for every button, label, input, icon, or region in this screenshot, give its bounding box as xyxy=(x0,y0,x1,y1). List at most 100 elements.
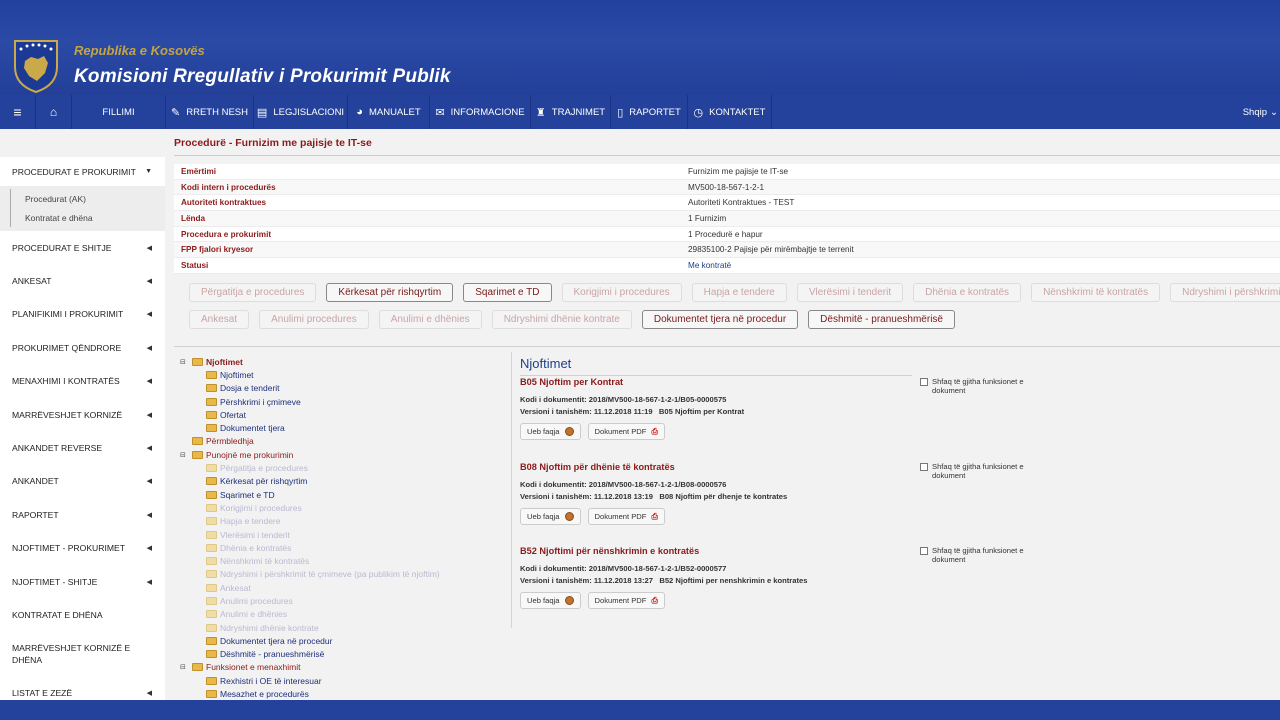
tree-node[interactable]: Nënshkrimi të kontratës xyxy=(180,554,500,567)
nav-kontaktet[interactable]: ◷ KONTAKTET xyxy=(688,95,772,129)
nav-rreth-nesh[interactable]: ✎ RRETH NESH xyxy=(166,95,254,129)
tree-node-punojne[interactable]: ⊟ Punojnë me prokurimin xyxy=(180,448,500,461)
nav-raportet[interactable]: ▯ RAPORTET xyxy=(611,95,688,129)
nav-fillimi[interactable]: FILLIMI xyxy=(72,95,166,129)
globe-icon xyxy=(564,512,574,521)
tree-node[interactable]: Ndryshimi dhënie kontrate xyxy=(180,621,500,634)
sidebar-item[interactable]: NJOFTIMET - PROKURIMET ◀ xyxy=(0,532,165,565)
sidebar-item[interactable]: MARRËVESHJET KORNIZË ◀ xyxy=(0,398,165,431)
notification-meta: Kodi i dokumentit: 2018/MV500-18-567-1-2… xyxy=(520,480,788,501)
home-button[interactable]: ⌂ xyxy=(36,95,72,129)
collapse-icon[interactable]: ⊟ xyxy=(180,663,192,671)
tree-node[interactable]: Korigjimi i procedures xyxy=(180,501,500,514)
sidebar-item[interactable]: PLANIFIKIMI I PROKURIMIT ◀ xyxy=(0,298,165,331)
tree-node[interactable]: Dokumentet tjera xyxy=(180,421,500,434)
sidebar-item-procedurat-e-prokurimit[interactable]: PROCEDURAT E PROKURIMIT ▼ xyxy=(0,157,165,186)
sidebar-item[interactable]: ANKANDET REVERSE ◀ xyxy=(0,431,165,464)
show-all-functions: Shfaq të gjitha funksionet e dokument xyxy=(920,546,1040,564)
pdf-document-button[interactable]: Dokument PDF ⎙ xyxy=(587,423,665,440)
step-button[interactable]: Ankesat xyxy=(189,310,250,329)
folder-icon xyxy=(206,557,217,566)
tree-node[interactable]: Vlerësimi i tenderit xyxy=(180,528,500,541)
step-button[interactable]: Vlerësimi i tenderit xyxy=(796,283,904,302)
web-page-button[interactable]: Ueb faqja xyxy=(520,423,581,440)
sidebar-item[interactable]: ANKANDET ◀ xyxy=(0,465,165,498)
nav-informacione[interactable]: ✉ INFORMACIONE xyxy=(430,95,531,129)
step-button[interactable]: Anulimi procedures xyxy=(259,310,369,329)
step-button[interactable]: Nënshkrimi të kontratës xyxy=(1031,283,1161,302)
sidebar-item[interactable]: ANKESAT ◀ xyxy=(0,264,165,297)
tree-node[interactable]: Anulimi procedures xyxy=(180,594,500,607)
sidebar-item[interactable]: PROCEDURAT E SHITJE ◀ xyxy=(0,231,165,264)
info-row: Emërtimi Furnizim me pajisje te IT-se xyxy=(174,164,1280,180)
submenu-item-kontratat-e-dhena[interactable]: Kontratat e dhëna xyxy=(10,208,165,227)
sidebar-item[interactable]: MARRËVESHJET KORNIZË E DHËNA xyxy=(0,632,165,677)
web-page-button[interactable]: Ueb faqja xyxy=(520,508,581,525)
tree-node[interactable]: Hapja e tendere xyxy=(180,515,500,528)
info-label: Emërtimi xyxy=(181,166,217,176)
tree-node-permbledhja[interactable]: Përmbledhja xyxy=(180,435,500,448)
web-page-button[interactable]: Ueb faqja xyxy=(520,592,581,609)
step-button[interactable]: Hapja e tendere xyxy=(691,283,787,302)
sidebar-item[interactable]: KONTRATAT E DHËNA xyxy=(0,598,165,631)
sidebar-item[interactable]: PROKURIMET QËNDRORE ◀ xyxy=(0,331,165,364)
show-all-checkbox[interactable] xyxy=(920,547,928,555)
tree-node[interactable]: Përgatitja e procedures xyxy=(180,461,500,474)
tree-node[interactable]: Dosja e tenderit xyxy=(180,382,500,395)
tree-node[interactable]: Njoftimet xyxy=(180,368,500,381)
tree-node[interactable]: Dëshmitë - pranueshmërisë xyxy=(180,648,500,661)
notification-title[interactable]: B08 Njoftim për dhënie të kontratës xyxy=(520,462,1280,472)
sidebar-item[interactable]: NJOFTIMET - SHITJE ◀ xyxy=(0,565,165,598)
tree-node[interactable]: Sqarimet e TD xyxy=(180,488,500,501)
site-header: Republika e Kosovës Komisioni Rregullati… xyxy=(0,0,1280,95)
folder-icon xyxy=(206,610,217,619)
step-button[interactable]: Korigjimi i procedures xyxy=(561,283,682,302)
tree-node[interactable]: Anulimi e dhënies xyxy=(180,608,500,621)
tree-node[interactable]: Dokumentet tjera në procedur xyxy=(180,634,500,647)
step-button[interactable]: Ndryshimi dhënie kontrate xyxy=(491,310,632,329)
notification-title[interactable]: B52 Njoftimi për nënshkrimin e kontratës xyxy=(520,546,1280,556)
notification-title[interactable]: B05 Njoftim per Kontrat xyxy=(520,377,1280,387)
tree-node[interactable]: Mesazhet e procedurës xyxy=(180,687,500,700)
step-button[interactable]: Përgatitja e procedures xyxy=(189,283,317,302)
menu-toggle-button[interactable]: ≡ xyxy=(0,95,36,129)
agency-name[interactable]: Komisioni Rregullativ i Prokurimit Publi… xyxy=(74,66,451,88)
step-button[interactable]: Dokumentet tjera në procedur xyxy=(641,310,799,329)
folder-icon xyxy=(192,663,203,672)
pdf-document-button[interactable]: Dokument PDF ⎙ xyxy=(587,508,665,525)
tree-node[interactable]: Kërkesat për rishqyrtim xyxy=(180,475,500,488)
status-link[interactable]: Me kontratë xyxy=(688,261,731,270)
step-button[interactable]: Kërkesat për rishqyrtim xyxy=(326,283,454,302)
tree-node[interactable]: Rexhistri i OE të interesuar xyxy=(180,674,500,687)
nav-manualet[interactable]: ◕ MANUALET xyxy=(348,95,430,129)
sidebar-item[interactable]: RAPORTET ◀ xyxy=(0,498,165,531)
tree-node[interactable]: Përshkrimi i çmimeve xyxy=(180,395,500,408)
tree-node[interactable]: Ofertat xyxy=(180,408,500,421)
show-all-checkbox[interactable] xyxy=(920,463,928,471)
pdf-document-button[interactable]: Dokument PDF ⎙ xyxy=(587,592,665,609)
step-button[interactable]: Dëshmitë - pranueshmërisë xyxy=(808,310,955,329)
tree-node[interactable]: Dhënia e kontratës xyxy=(180,541,500,554)
nav-legjislacioni[interactable]: ▤ LEGJISLACIONI xyxy=(254,95,348,129)
sidebar-item[interactable]: MENAXHIMI I KONTRATËS ◀ xyxy=(0,365,165,398)
step-button[interactable]: Sqarimet e TD xyxy=(463,283,552,302)
caret-left-icon: ◀ xyxy=(146,511,152,519)
tree-node[interactable]: Ankesat xyxy=(180,581,500,594)
step-button[interactable]: Dhënia e kontratës xyxy=(913,283,1022,302)
show-all-functions: Shfaq të gjitha funksionet e dokument xyxy=(920,462,1040,480)
collapse-icon[interactable]: ⊟ xyxy=(180,358,192,366)
tree-node-funksionet[interactable]: ⊟ Funksionet e menaxhimit xyxy=(180,661,500,674)
step-button[interactable]: Anulimi e dhënies xyxy=(378,310,482,329)
sidebar: PROCEDURAT E PROKURIMIT ▼ Procedurat (AK… xyxy=(0,157,165,700)
globe-icon xyxy=(564,427,574,436)
folder-icon xyxy=(206,530,217,539)
tree-node[interactable]: Ndryshimi i përshkrimit të çmimeve (pa p… xyxy=(180,568,500,581)
collapse-icon[interactable]: ⊟ xyxy=(180,451,192,459)
tree-node-njoftimet[interactable]: ⊟ Njoftimet xyxy=(180,355,500,368)
language-selector[interactable]: Shqip ⌄ xyxy=(1243,95,1280,129)
step-button[interactable]: Ndryshimi i përshkrimit xyxy=(1170,283,1280,302)
info-value: Furnizim me pajisje te IT-se xyxy=(688,166,789,176)
show-all-checkbox[interactable] xyxy=(920,378,928,386)
nav-trajnimet[interactable]: ♜ TRAJNIMET xyxy=(531,95,611,129)
submenu-item-procedurat-ak[interactable]: Procedurat (AK) xyxy=(10,189,165,208)
